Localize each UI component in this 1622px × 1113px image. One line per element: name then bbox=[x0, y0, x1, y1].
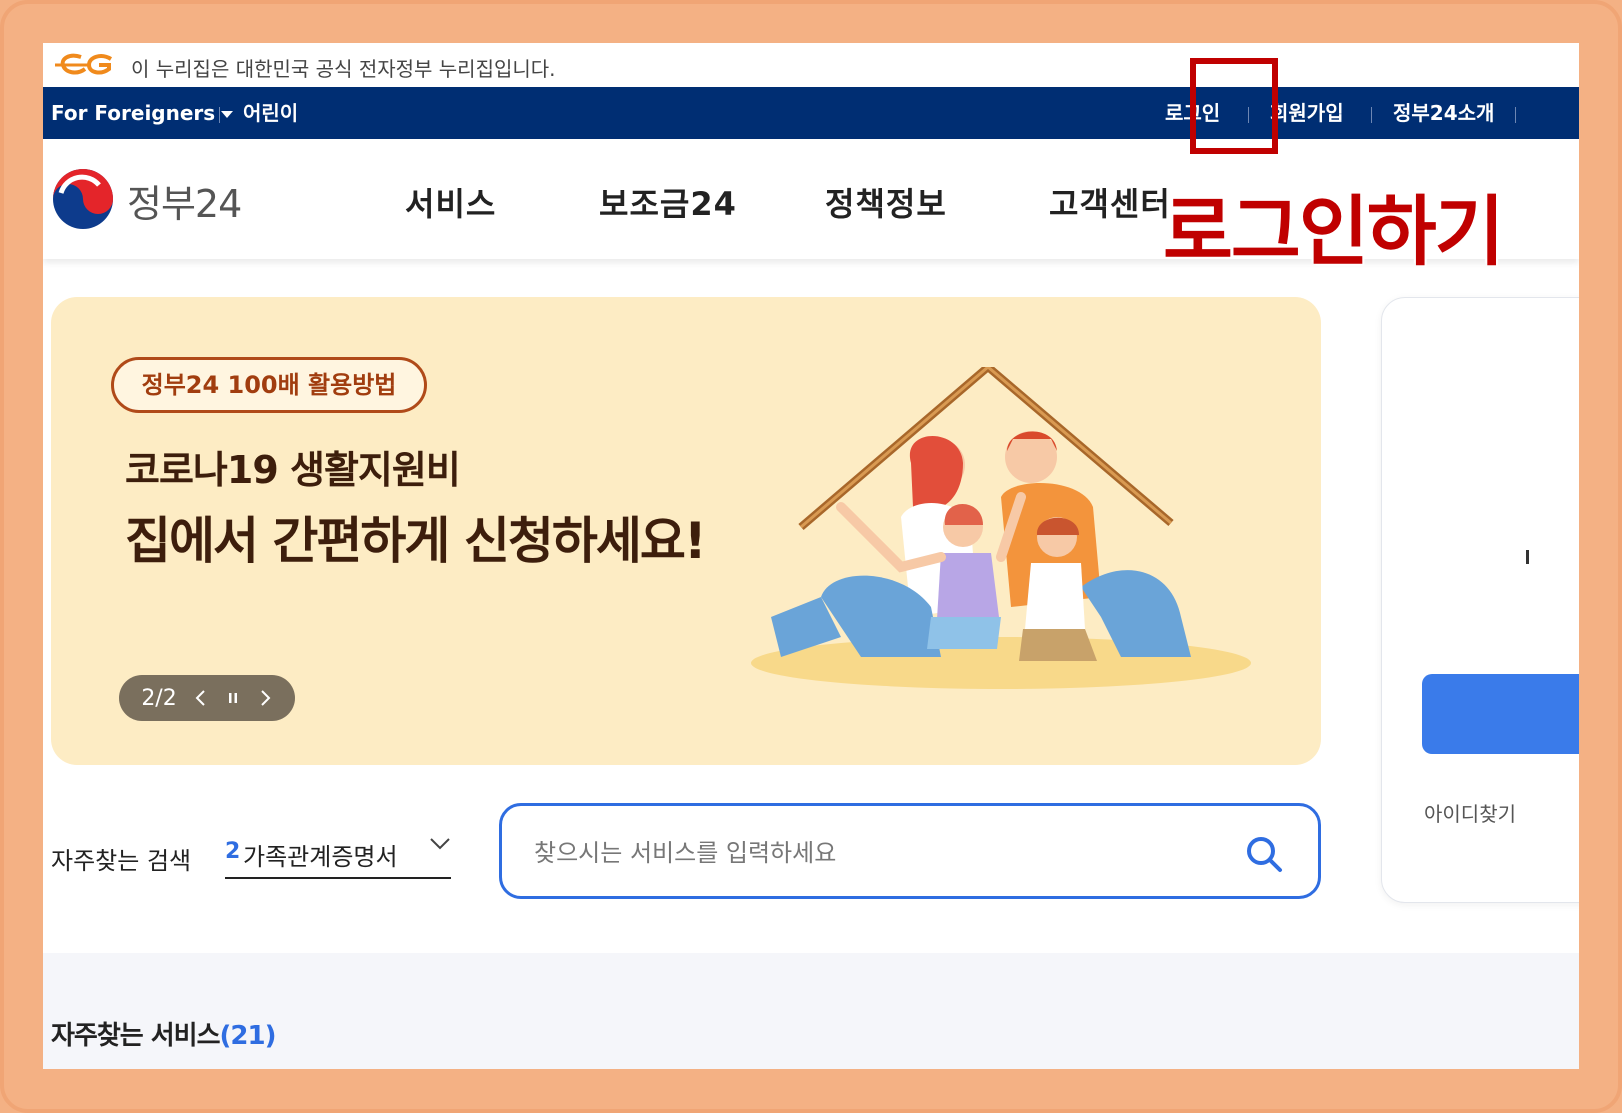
chevron-right-icon[interactable] bbox=[257, 688, 273, 708]
search-selected-keyword: 가족관계증명서 bbox=[243, 843, 398, 871]
signup-link[interactable]: 회원가입 bbox=[1270, 87, 1344, 139]
search-icon[interactable] bbox=[1244, 834, 1284, 874]
slider-page-indicator: 2/2 bbox=[141, 685, 177, 711]
official-notice-bar: 이 누리집은 대한민국 공식 전자정부 누리집입니다. bbox=[43, 43, 1579, 87]
family-house-illustration bbox=[751, 367, 1251, 689]
egov-logo-icon bbox=[55, 53, 113, 75]
site-name[interactable]: 정부24 bbox=[127, 173, 242, 228]
divider bbox=[1515, 107, 1516, 123]
gov-emblem-icon[interactable] bbox=[51, 167, 115, 231]
frequent-search-label: 자주찾는 검색 bbox=[51, 847, 192, 875]
divider bbox=[219, 107, 220, 123]
frequent-services-section: 자주찾는 서비스(21) bbox=[43, 953, 1579, 1069]
banner-tag: 정부24 100배 활용방법 bbox=[111, 357, 427, 413]
login-highlight-box bbox=[1190, 58, 1278, 154]
frequent-services-label: 자주찾는 서비스 bbox=[51, 1021, 220, 1051]
login-button[interactable] bbox=[1422, 674, 1579, 754]
panel-mark bbox=[1526, 550, 1529, 564]
find-id-link[interactable]: 아이디찾기 bbox=[1424, 798, 1516, 827]
frequent-services-title: 자주찾는 서비스(21) bbox=[51, 1015, 277, 1052]
main-banner[interactable]: 정부24 100배 활용방법 코로나19 생활지원비 집에서 간편하게 신청하세… bbox=[51, 297, 1321, 765]
login-panel: 아이디찾기 bbox=[1381, 297, 1579, 903]
notice-text: 이 누리집은 대한민국 공식 전자정부 누리집입니다. bbox=[131, 57, 556, 81]
search-input[interactable] bbox=[532, 834, 1216, 872]
divider bbox=[1371, 107, 1372, 123]
about-gov24-link[interactable]: 정부24소개 bbox=[1393, 87, 1494, 139]
frequent-search-dropdown[interactable]: 2 가족관계증명서 bbox=[225, 829, 451, 879]
menu-policy-info[interactable]: 정책정보 bbox=[825, 179, 947, 225]
search-box bbox=[499, 803, 1321, 899]
menu-customer-center[interactable]: 고객센터 bbox=[1049, 179, 1171, 225]
chevron-left-icon[interactable] bbox=[193, 688, 209, 708]
menu-subsidy24[interactable]: 보조금24 bbox=[599, 179, 737, 225]
chevron-down-icon[interactable] bbox=[429, 833, 451, 855]
banner-slider-controls: 2/2 bbox=[119, 675, 295, 721]
for-foreigners-label: For Foreigners bbox=[51, 101, 216, 125]
frequent-services-count: (21) bbox=[219, 1021, 277, 1051]
search-rank: 2 bbox=[225, 839, 241, 864]
kids-link[interactable]: 어린이 bbox=[243, 87, 298, 139]
caret-down-icon bbox=[221, 111, 234, 118]
pause-icon[interactable] bbox=[226, 690, 240, 706]
menu-services[interactable]: 서비스 bbox=[405, 179, 496, 225]
banner-subtitle: 코로나19 생활지원비 bbox=[125, 448, 461, 492]
for-foreigners-dropdown[interactable]: For Foreigners bbox=[51, 87, 234, 139]
banner-title: 집에서 간편하게 신청하세요! bbox=[125, 512, 707, 570]
login-annotation-text: 로그인하기 bbox=[1163, 187, 1505, 276]
utility-bar: For Foreigners 어린이 로그인 회원가입 정부24소개 bbox=[43, 87, 1579, 139]
